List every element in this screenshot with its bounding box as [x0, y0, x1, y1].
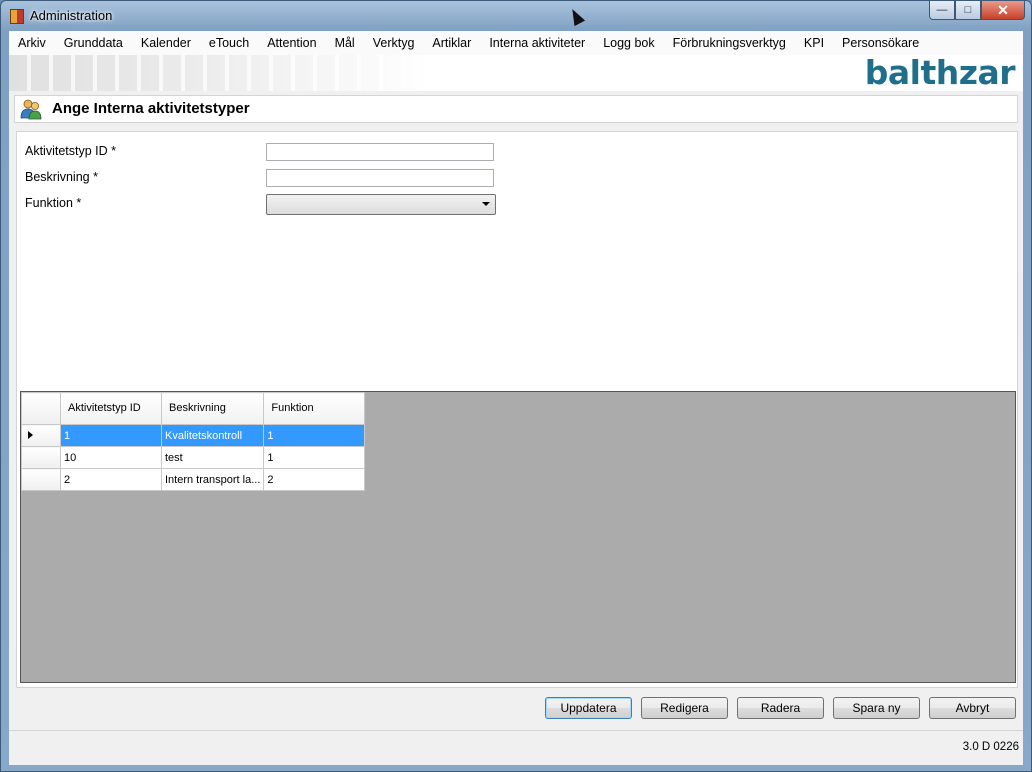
- cell-function[interactable]: 1: [263, 446, 366, 469]
- current-row-icon: [28, 430, 33, 439]
- column-header-description[interactable]: Beskrivning: [160, 392, 265, 425]
- close-button[interactable]: ✕: [981, 1, 1025, 20]
- version-label: 3.0 D 0226: [962, 741, 1019, 753]
- row-header[interactable]: [21, 446, 61, 469]
- page-header: Ange Interna aktivitetstyper: [14, 95, 1018, 123]
- grid-header-row: Aktivitetstyp ID Beskrivning Funktion: [21, 392, 366, 425]
- description-field[interactable]: [266, 169, 494, 187]
- delete-button[interactable]: Radera: [737, 697, 824, 719]
- save-new-button[interactable]: Spara ny: [833, 697, 920, 719]
- edit-button[interactable]: Redigera: [641, 697, 728, 719]
- title-bar[interactable]: Administration — □ ✕: [1, 1, 1031, 31]
- users-icon: [20, 99, 42, 120]
- window-title: Administration: [30, 8, 113, 23]
- mouse-cursor-icon: [567, 6, 586, 27]
- minimize-button[interactable]: —: [929, 1, 955, 20]
- menu-personsokare[interactable]: Personsökare: [833, 31, 928, 55]
- row-header[interactable]: [21, 424, 61, 447]
- table-row[interactable]: 1 Kvalitetskontroll 1: [21, 424, 366, 447]
- app-window: Administration — □ ✕ Arkiv Grunddata Kal…: [0, 0, 1032, 772]
- cell-id[interactable]: 10: [60, 446, 162, 469]
- menu-kalender[interactable]: Kalender: [132, 31, 200, 55]
- row-header[interactable]: [21, 468, 61, 491]
- page-title: Ange Interna aktivitetstyper: [52, 100, 250, 117]
- menu-mal[interactable]: Mål: [326, 31, 364, 55]
- app-icon[interactable]: [10, 9, 24, 24]
- menu-interna-aktiviteter[interactable]: Interna aktiviteter: [480, 31, 594, 55]
- function-label: Funktion *: [25, 196, 82, 210]
- menu-arkiv[interactable]: Arkiv: [9, 31, 55, 55]
- form-panel: Aktivitetstyp ID * Beskrivning * Funktio…: [16, 131, 1018, 688]
- table-row[interactable]: 2 Intern transport la... 2: [21, 468, 366, 491]
- menu-attention[interactable]: Attention: [258, 31, 325, 55]
- column-header-id[interactable]: Aktivitetstyp ID: [60, 392, 162, 425]
- data-grid[interactable]: Aktivitetstyp ID Beskrivning Funktion 1 …: [20, 391, 1016, 683]
- description-label: Beskrivning *: [25, 170, 98, 184]
- cell-id[interactable]: 2: [60, 468, 162, 491]
- column-header-function[interactable]: Funktion: [263, 392, 366, 425]
- menu-bar: Arkiv Grunddata Kalender eTouch Attentio…: [9, 31, 1023, 55]
- menu-forbrukningsverktyg[interactable]: Förbrukningsverktyg: [664, 31, 795, 55]
- menu-artiklar[interactable]: Artiklar: [423, 31, 480, 55]
- chevron-down-icon[interactable]: [482, 202, 490, 206]
- id-field[interactable]: [266, 143, 494, 161]
- cell-function[interactable]: 2: [263, 468, 366, 491]
- function-select[interactable]: [266, 194, 496, 215]
- banner: balthzar: [9, 55, 1023, 91]
- cell-id[interactable]: 1: [60, 424, 162, 447]
- row-header-corner[interactable]: [21, 392, 61, 425]
- menu-etouch[interactable]: eTouch: [200, 31, 258, 55]
- balthzar-logo: balthzar: [864, 53, 1016, 92]
- window-controls: — □ ✕: [929, 1, 1025, 20]
- menu-verktyg[interactable]: Verktyg: [364, 31, 424, 55]
- table-row[interactable]: 10 test 1: [21, 446, 366, 469]
- client-area: Arkiv Grunddata Kalender eTouch Attentio…: [9, 31, 1023, 765]
- id-label: Aktivitetstyp ID *: [25, 144, 116, 158]
- cell-description[interactable]: test: [160, 446, 265, 469]
- cell-description[interactable]: Intern transport la...: [160, 468, 265, 491]
- menu-kpi[interactable]: KPI: [795, 31, 833, 55]
- menu-grunddata[interactable]: Grunddata: [55, 31, 132, 55]
- menu-logg-bok[interactable]: Logg bok: [594, 31, 663, 55]
- grid-table: Aktivitetstyp ID Beskrivning Funktion 1 …: [21, 392, 366, 491]
- cell-description[interactable]: Kvalitetskontroll: [160, 424, 265, 447]
- cancel-button[interactable]: Avbryt: [929, 697, 1016, 719]
- update-button[interactable]: Uppdatera: [545, 697, 632, 719]
- cell-function[interactable]: 1: [263, 424, 366, 447]
- maximize-button[interactable]: □: [955, 1, 981, 20]
- status-divider: [9, 730, 1023, 731]
